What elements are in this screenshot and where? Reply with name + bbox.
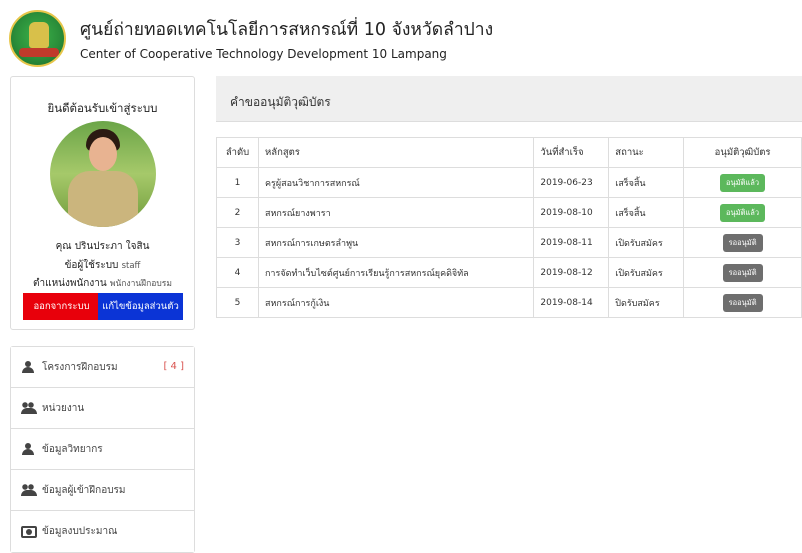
completion-date: 2019-06-23 — [533, 167, 610, 198]
column-header-status: สถานะ — [608, 137, 685, 168]
count-badge: [ 4 ] — [163, 361, 184, 372]
course-name: ครูผู้สอนวิชาการสหกรณ์ — [257, 167, 535, 198]
user-icon — [21, 361, 37, 373]
pending-approval-button[interactable]: รออนุมัติ — [722, 233, 763, 252]
avatar-face — [89, 137, 117, 171]
user-name: คุณ ปรินประภา ใจสิน — [55, 241, 150, 252]
table-row: 2 สหกรณ์ยางพารา 2019-08-10 เสร็จสิ้น อนุ… — [216, 197, 802, 228]
column-header-no: ลำดับ — [216, 137, 259, 168]
table-row: 4 การจัดทำเว็บไซต์ศูนย์การเรียนรู้การสหก… — [216, 257, 802, 288]
user-position-label: ตำแหน่งพนักงาน — [33, 278, 107, 289]
user-role-label: ข้อผู้ใช้ระบบ — [64, 260, 119, 271]
completion-date: 2019-08-12 — [533, 257, 610, 288]
row-number: 4 — [216, 257, 259, 288]
page-title: คำขออนุมัติวุฒิบัตร — [230, 95, 331, 109]
sidebar-item-trainees[interactable]: ข้อมูลผู้เข้าฝึกอบรม — [11, 470, 194, 511]
completion-date: 2019-08-10 — [533, 197, 610, 228]
money-icon — [21, 525, 37, 538]
sidebar-item-agencies[interactable]: หน่วยงาน — [11, 388, 194, 429]
approve-cell: รออนุมัติ — [683, 287, 802, 318]
row-number: 5 — [216, 287, 259, 318]
pending-approval-button[interactable]: รออนุมัติ — [722, 293, 763, 312]
logo-ribbon — [19, 48, 59, 57]
profile-card: ยินดีต้อนรับเข้าสู่ระบบ คุณ ปรินประภา ใจ… — [10, 76, 195, 330]
panel-heading: คำขออนุมัติวุฒิบัตร — [216, 76, 802, 122]
course-name: สหกรณ์ยางพารา — [257, 197, 535, 228]
pending-approval-button[interactable]: รออนุมัติ — [722, 263, 763, 282]
column-header-date: วันที่สำเร็จ — [533, 137, 610, 168]
approve-cell: อนุมัติแล้ว — [683, 167, 802, 198]
user-position: ตำแหน่งพนักงาน พนักงานฝึกอบรม — [11, 276, 194, 291]
site-title-english: Center of Cooperative Technology Develop… — [80, 47, 447, 61]
approved-button[interactable]: อนุมัติแล้ว — [720, 173, 766, 192]
column-header-approve: อนุมัติวุฒิบัตร — [683, 137, 802, 168]
header: ศูนย์ถ่ายทอดเทคโนโลยีการสหกรณ์ที่ 10 จัง… — [0, 0, 802, 72]
users-icon — [21, 484, 37, 496]
user-icon — [21, 443, 37, 455]
sidebar-item-label: ข้อมูลวิทยากร — [42, 443, 103, 455]
logo — [9, 10, 66, 67]
course-name: การจัดทำเว็บไซต์ศูนย์การเรียนรู้การสหกรณ… — [257, 257, 535, 288]
status: เปิดรับสมัคร — [608, 257, 685, 288]
status: เสร็จสิ้น — [608, 167, 685, 198]
sidebar-item-budget[interactable]: ข้อมูลงบประมาณ — [11, 511, 194, 552]
course-name: สหกรณ์การกู้เงิน — [257, 287, 535, 318]
approve-cell: รออนุมัติ — [683, 227, 802, 258]
logo-emblem — [29, 22, 49, 48]
avatar-body — [68, 171, 138, 227]
completion-date: 2019-08-11 — [533, 227, 610, 258]
table-row: 5 สหกรณ์การกู้เงิน 2019-08-14 ปิดรับสมัค… — [216, 287, 802, 318]
row-number: 2 — [216, 197, 259, 228]
completion-date: 2019-08-14 — [533, 287, 610, 318]
user-role: ข้อผู้ใช้ระบบ staff — [11, 258, 194, 273]
site-title-thai: ศูนย์ถ่ายทอดเทคโนโลยีการสหกรณ์ที่ 10 จัง… — [80, 20, 494, 40]
status: เปิดรับสมัคร — [608, 227, 685, 258]
welcome-text: ยินดีต้อนรับเข้าสู่ระบบ — [47, 101, 158, 115]
sidebar-item-training-projects[interactable]: โครงการฝึกอบรม [ 4 ] — [11, 347, 194, 388]
column-header-course: หลักสูตร — [257, 137, 535, 168]
sidebar-item-label: ข้อมูลงบประมาณ — [42, 526, 118, 537]
sidebar-menu: โครงการฝึกอบรม [ 4 ] หน่วยงาน ข้อมูลวิทย… — [10, 346, 195, 553]
avatar — [50, 121, 156, 227]
approve-cell: อนุมัติแล้ว — [683, 197, 802, 228]
sidebar-item-label: ข้อมูลผู้เข้าฝึกอบรม — [42, 484, 126, 496]
status: ปิดรับสมัคร — [608, 287, 685, 318]
approved-button[interactable]: อนุมัติแล้ว — [720, 203, 766, 222]
row-number: 3 — [216, 227, 259, 258]
user-position-value: พนักงานฝึกอบรม — [109, 279, 172, 289]
row-number: 1 — [216, 167, 259, 198]
approve-cell: รออนุมัติ — [683, 257, 802, 288]
table-row: 1 ครูผู้สอนวิชาการสหกรณ์ 2019-06-23 เสร็… — [216, 167, 802, 198]
table-row: 3 สหกรณ์การเกษตรลำพูน 2019-08-11 เปิดรับ… — [216, 227, 802, 258]
sidebar-item-label: โครงการฝึกอบรม — [42, 361, 118, 373]
user-role-value: staff — [121, 261, 141, 271]
edit-profile-button[interactable]: แก้ไขข้อมูลส่วนตัว — [98, 293, 183, 320]
users-icon — [21, 402, 37, 414]
certificate-requests-table: ลำดับ หลักสูตร วันที่สำเร็จ สถานะ อนุมัต… — [216, 137, 802, 318]
course-name: สหกรณ์การเกษตรลำพูน — [257, 227, 535, 258]
status: เสร็จสิ้น — [608, 197, 685, 228]
sidebar-item-label: หน่วยงาน — [42, 402, 85, 414]
sidebar-item-speakers[interactable]: ข้อมูลวิทยากร — [11, 429, 194, 470]
logout-button[interactable]: ออกจากระบบ — [23, 293, 100, 320]
table-header-row: ลำดับ หลักสูตร วันที่สำเร็จ สถานะ อนุมัต… — [216, 137, 802, 168]
